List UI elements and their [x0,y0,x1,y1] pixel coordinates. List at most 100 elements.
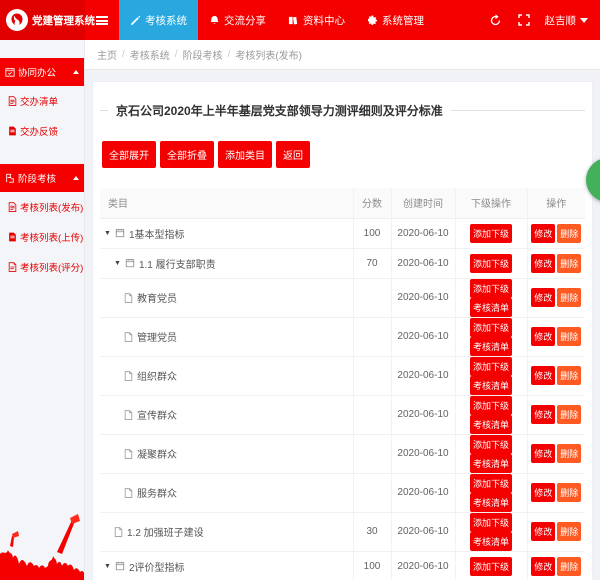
checklist-button[interactable]: 考核清单 [470,415,512,434]
add-sub-button[interactable]: 添加下级 [470,318,512,337]
sidebar-item-assessment-publish[interactable]: 考核列表(发布) [0,192,84,222]
delete-button[interactable]: 删除 [557,327,581,346]
expand-caret-icon[interactable]: ▼ [104,563,111,570]
delete-button[interactable]: 删除 [557,444,581,463]
page-title: 京石公司2020年上半年基层党支部领导力测评细则及评分标准 [108,102,451,119]
sidebar-collapse-button[interactable] [85,0,119,40]
breadcrumb-assessment-system[interactable]: 考核系统 [130,47,170,62]
document-icon [124,293,133,303]
sidebar-group-stage-assessment[interactable]: 阶段考核 [0,164,84,192]
category-label[interactable]: 教育党员 [137,290,177,305]
nav-tab-assessment[interactable]: 考核系统 [119,0,198,40]
checklist-button[interactable]: 考核清单 [470,376,512,395]
delete-button[interactable]: 删除 [557,405,581,424]
assessment-card: 京石公司2020年上半年基层党支部领导力测评细则及评分标准 全部展开 全部折叠 … [92,81,593,580]
sidebar: 协同办公 交办清单 交办反馈 阶段考核 考核列表(发布) 考核列表(上传) 考核… [0,40,85,580]
category-label[interactable]: 1.2 加强班子建设 [127,524,204,539]
delete-button[interactable]: 删除 [557,224,581,243]
edit-button[interactable]: 修改 [531,557,555,576]
edit-button[interactable]: 修改 [531,483,555,502]
created-date-cell: 2020-06-10 [391,218,455,248]
delete-button[interactable]: 删除 [557,254,581,273]
gear-icon [367,15,378,26]
category-folder-icon [115,228,125,238]
table-row: 1.2 加强班子建设302020-06-10添加下级考核清单修改删除 [100,512,585,551]
edit-button[interactable]: 修改 [531,254,555,273]
table-row: 服务群众2020-06-10添加下级考核清单修改删除 [100,473,585,512]
sidebar-group-label: 阶段考核 [18,171,56,185]
expand-all-button[interactable]: 全部展开 [102,141,156,168]
checklist-button[interactable]: 考核清单 [470,454,512,473]
add-sub-button[interactable]: 添加下级 [470,474,512,493]
edit-button[interactable]: 修改 [531,327,555,346]
category-label[interactable]: 2评价型指标 [129,559,185,574]
fullscreen-icon[interactable] [517,13,531,27]
add-sub-button[interactable]: 添加下级 [470,435,512,454]
category-label[interactable]: 服务群众 [137,485,177,500]
sub-actions-cell: 添加下级 [455,248,527,278]
breadcrumb-stage-assessment[interactable]: 阶段考核 [183,47,223,62]
expand-caret-icon[interactable]: ▼ [114,260,121,267]
sidebar-item-label: 交办清单 [20,94,58,108]
edit-button[interactable]: 修改 [531,288,555,307]
flag-building-icon [5,173,15,183]
sidebar-item-task-feedback[interactable]: 交办反馈 [0,116,84,146]
add-sub-button[interactable]: 添加下级 [470,254,512,273]
document-icon [114,527,123,537]
toolbar: 全部展开 全部折叠 添加类目 返回 [102,141,585,168]
category-label[interactable]: 凝聚群众 [137,446,177,461]
category-label[interactable]: 管理党员 [137,329,177,344]
checklist-button[interactable]: 考核清单 [470,337,512,356]
expand-caret-icon[interactable]: ▼ [104,230,111,237]
collapse-all-button[interactable]: 全部折叠 [160,141,214,168]
sidebar-item-task-list[interactable]: 交办清单 [0,86,84,116]
score-cell [353,434,391,473]
checklist-button[interactable]: 考核清单 [470,298,512,317]
delete-button[interactable]: 删除 [557,522,581,541]
bell-icon [209,15,220,26]
category-label[interactable]: 1.1 履行支部职责 [139,256,216,271]
add-sub-button[interactable]: 添加下级 [470,279,512,298]
edit-button[interactable]: 修改 [531,224,555,243]
edit-button[interactable]: 修改 [531,405,555,424]
document-icon [124,449,133,459]
delete-button[interactable]: 删除 [557,557,581,576]
nav-tab-sharing[interactable]: 交流分享 [198,0,277,40]
back-button[interactable]: 返回 [276,141,310,168]
header-right: 赵吉顺 [489,0,600,40]
delete-button[interactable]: 删除 [557,483,581,502]
score-cell: 70 [353,248,391,278]
document-icon [8,126,17,136]
add-sub-button[interactable]: 添加下级 [470,557,512,576]
add-sub-button[interactable]: 添加下级 [470,513,512,532]
add-sub-button[interactable]: 添加下级 [470,396,512,415]
document-icon [8,232,17,242]
delete-button[interactable]: 删除 [557,288,581,307]
sidebar-item-assessment-score[interactable]: 考核列表(评分) [0,252,84,282]
add-sub-button[interactable]: 添加下级 [470,224,512,243]
checklist-button[interactable]: 考核清单 [470,532,512,551]
sidebar-item-assessment-upload[interactable]: 考核列表(上传) [0,222,84,252]
checklist-button[interactable]: 考核清单 [470,493,512,512]
actions-cell: 修改删除 [527,278,585,317]
refresh-icon[interactable] [489,13,503,27]
delete-button[interactable]: 删除 [557,366,581,385]
edit-button[interactable]: 修改 [531,522,555,541]
add-sub-button[interactable]: 添加下级 [470,357,512,376]
breadcrumb-separator: / [228,49,231,60]
category-label[interactable]: 组织群众 [137,368,177,383]
nav-tab-materials[interactable]: 资料中心 [277,0,356,40]
edit-button[interactable]: 修改 [531,444,555,463]
category-label[interactable]: 1基本型指标 [129,226,185,241]
sub-actions-cell: 添加下级考核清单 [455,512,527,551]
table-row: ▼1基本型指标1002020-06-10添加下级修改删除 [100,218,585,248]
user-menu[interactable]: 赵吉顺 [545,13,589,28]
header-category: 类目 [100,188,353,218]
breadcrumb-home[interactable]: 主页 [97,47,117,62]
sidebar-group-collab[interactable]: 协同办公 [0,58,84,86]
header-score: 分数 [353,188,391,218]
add-category-button[interactable]: 添加类目 [218,141,272,168]
edit-button[interactable]: 修改 [531,366,555,385]
nav-tab-system[interactable]: 系统管理 [356,0,435,40]
category-label[interactable]: 宣传群众 [137,407,177,422]
